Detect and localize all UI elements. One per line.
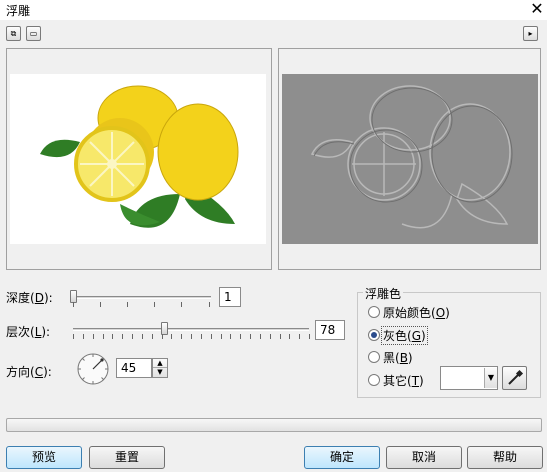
level-tick [132,334,133,339]
color-picker-dropdown[interactable]: ▼ [440,366,498,390]
direction-spinner[interactable]: ▲ ▼ [152,358,168,378]
depth-slider-track[interactable] [73,296,211,299]
level-tick [162,334,163,339]
progress-bar [6,418,542,432]
level-tick [270,334,271,339]
level-tick [191,334,192,339]
depth-input[interactable]: 1 [219,287,241,307]
emboss-color-group-title: 浮雕色 [363,285,404,302]
preview-button[interactable]: 预览 [6,446,82,469]
level-tick [309,334,310,339]
depth-ticks [73,302,213,307]
level-tick [240,334,241,339]
ok-button[interactable]: 确定 [304,446,380,469]
level-tick [250,334,251,339]
level-tick [171,334,172,339]
level-tick [299,334,300,339]
original-preview-image [10,74,266,244]
level-tick [211,334,212,339]
depth-label: 深度(D): [6,291,53,305]
result-preview-image [282,74,538,244]
eyedropper-icon[interactable] [502,366,527,390]
level-tick [122,334,123,339]
level-slider-track[interactable] [73,328,309,331]
direction-label: 方向(C): [6,365,52,379]
window-title: 浮雕 [6,4,31,18]
level-tick [221,334,222,339]
level-tick [201,334,202,339]
radio-gray[interactable] [368,329,380,341]
reset-button[interactable]: 重置 [89,446,165,469]
level-tick [152,334,153,339]
play-arrow-icon[interactable]: ▸ [523,26,538,41]
close-icon[interactable]: ✕ [528,0,546,18]
radio-black[interactable] [368,351,380,363]
direction-dial[interactable] [76,352,110,386]
level-tick [93,334,94,339]
radio-gray-label[interactable]: 灰色(G) [381,326,428,345]
level-tick [181,334,182,339]
radio-original-color[interactable] [368,306,380,318]
level-tick [142,334,143,339]
help-button[interactable]: 帮助 [467,446,543,469]
cancel-button[interactable]: 取消 [386,446,462,469]
radio-original-color-label[interactable]: 原始颜色(O) [383,304,450,321]
title-bar [0,0,547,20]
level-ticks [73,334,311,339]
direction-input[interactable]: 45 [116,358,152,378]
split-preview-icon[interactable]: ⧉ [6,26,21,41]
radio-other[interactable] [368,374,380,386]
level-tick [112,334,113,339]
level-tick [103,334,104,339]
chevron-down-icon[interactable]: ▼ [484,368,497,388]
spin-down-icon[interactable]: ▼ [153,368,167,377]
spin-up-icon[interactable]: ▲ [153,359,167,368]
level-input[interactable]: 78 [315,320,345,340]
level-tick [289,334,290,339]
level-label: 层次(L): [6,325,51,339]
single-preview-icon[interactable]: ▭ [26,26,41,41]
radio-other-label[interactable]: 其它(T) [383,372,424,389]
level-tick [280,334,281,339]
level-tick [83,334,84,339]
level-tick [260,334,261,339]
radio-black-label[interactable]: 黑(B) [383,349,413,366]
level-tick [230,334,231,339]
level-tick [73,334,74,339]
